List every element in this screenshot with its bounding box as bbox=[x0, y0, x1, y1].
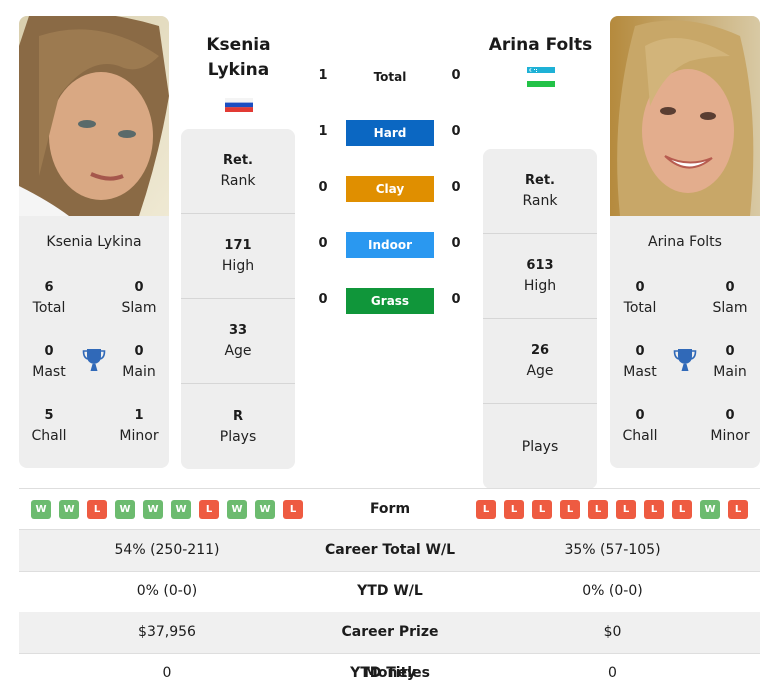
form-win-badge[interactable]: W bbox=[171, 500, 191, 519]
player1-titles-total: 6 Total bbox=[32, 280, 66, 316]
stat-label: Career Total W/L bbox=[325, 542, 455, 558]
form-loss-badge[interactable]: L bbox=[476, 500, 496, 519]
form-loss-badge[interactable]: L bbox=[672, 500, 692, 519]
divider bbox=[19, 488, 760, 489]
player1-name[interactable]: Ksenia Lykina bbox=[19, 234, 169, 250]
player1-card: Ksenia Lykina 6 Total 0 Slam 0 Mast 0 Ma… bbox=[19, 16, 169, 468]
form-win-badge[interactable]: W bbox=[143, 500, 163, 519]
h2h-p1-indoor: 0 bbox=[318, 236, 328, 251]
player2-plays: Plays bbox=[521, 438, 559, 455]
player1-titles-mast: 0 Mast bbox=[32, 344, 66, 380]
player2-titles-minor: 0 Minor bbox=[710, 408, 750, 444]
player2-titles-total: 0 Total bbox=[623, 280, 657, 316]
player1-titles-main: 0 Main bbox=[122, 344, 156, 380]
player1-title[interactable]: Ksenia Lykina bbox=[181, 33, 296, 83]
h2h-p1-grass: 0 bbox=[318, 292, 328, 307]
form-win-badge[interactable]: W bbox=[115, 500, 135, 519]
player1-age: 33 Age bbox=[181, 299, 295, 384]
form-win-badge[interactable]: W bbox=[700, 500, 720, 519]
player1-photo[interactable] bbox=[19, 16, 169, 216]
stat-label: YTD Titles bbox=[350, 665, 430, 681]
form-loss-badge[interactable]: L bbox=[199, 500, 219, 519]
form-loss-badge[interactable]: L bbox=[87, 500, 107, 519]
player1-high: 171 High bbox=[181, 214, 295, 299]
player1-titles-minor: 1 Minor bbox=[119, 408, 159, 444]
form-loss-badge[interactable]: L bbox=[644, 500, 664, 519]
form-label: Form bbox=[369, 501, 411, 517]
trophy-icon bbox=[673, 347, 697, 373]
form-win-badge[interactable]: W bbox=[59, 500, 79, 519]
player2-name[interactable]: Arina Folts bbox=[610, 234, 760, 250]
form-win-badge[interactable]: W bbox=[255, 500, 275, 519]
surface-grass-badge[interactable]: Grass bbox=[346, 288, 434, 314]
player2-info: Ret. Rank 613 High 26 Age Plays bbox=[483, 149, 597, 489]
stat-label: YTD W/L bbox=[357, 583, 423, 599]
h2h-row-total: 1 Total 0 bbox=[300, 64, 480, 90]
form-loss-badge[interactable]: L bbox=[504, 500, 524, 519]
form-loss-badge[interactable]: L bbox=[728, 500, 748, 519]
uzbekistan-flag-icon bbox=[527, 67, 555, 91]
stats-row-career-wl: 54% (250-211) Career Total W/L 35% (57-1… bbox=[19, 530, 760, 571]
h2h-p2-hard: 0 bbox=[451, 124, 461, 139]
h2h-row-clay: 0 Clay 0 bbox=[300, 176, 480, 202]
h2h-p2-indoor: 0 bbox=[451, 236, 461, 251]
form-loss-badge[interactable]: L bbox=[560, 500, 580, 519]
player2-titles-mast: 0 Mast bbox=[623, 344, 657, 380]
stats-row-ytd-titles: 0 YTD Titles 0 bbox=[19, 653, 760, 694]
player1-ytd-wl: 0% (0-0) bbox=[136, 583, 198, 599]
player1-titles-chall: 5 Chall bbox=[31, 408, 67, 444]
h2h-p1-hard: 1 bbox=[318, 124, 328, 139]
player2-card: Arina Folts 0 Total 0 Slam 0 Mast 0 Main… bbox=[610, 16, 760, 468]
player1-career-wl: 54% (250-211) bbox=[114, 542, 220, 558]
form-loss-badge[interactable]: L bbox=[616, 500, 636, 519]
h2h-row-hard: 1 Hard 0 bbox=[300, 120, 480, 146]
surface-indoor-badge[interactable]: Indoor bbox=[346, 232, 434, 258]
player2-rank: Ret. Rank bbox=[483, 149, 597, 234]
player2-career-wl: 35% (57-105) bbox=[564, 542, 661, 558]
player2-ytd-titles: 0 bbox=[608, 665, 617, 681]
player1-rank: Ret. Rank bbox=[181, 129, 295, 214]
stat-label: Career Prize Money bbox=[341, 624, 439, 681]
surface-hard-badge[interactable]: Hard bbox=[346, 120, 434, 146]
trophy-icon bbox=[82, 347, 106, 373]
player2-age: 26 Age bbox=[483, 319, 597, 404]
form-loss-badge[interactable]: L bbox=[283, 500, 303, 519]
stats-row-prize-money: $37,956 Career Prize Money $0 bbox=[19, 612, 760, 681]
h2h-p1-clay: 0 bbox=[318, 180, 328, 195]
player2-high: 613 High bbox=[483, 234, 597, 319]
player2-titles-chall: 0 Chall bbox=[622, 408, 658, 444]
form-loss-badge[interactable]: L bbox=[588, 500, 608, 519]
player1-info: Ret. Rank 171 High 33 Age R Plays bbox=[181, 129, 295, 469]
player1-plays: R Plays bbox=[219, 408, 257, 445]
h2h-p1-total: 1 bbox=[318, 68, 328, 83]
form-win-badge[interactable]: W bbox=[31, 500, 51, 519]
player2-photo[interactable] bbox=[610, 16, 760, 216]
player1-titles-slam: 0 Slam bbox=[121, 280, 157, 316]
player2-titles-main: 0 Main bbox=[713, 344, 747, 380]
h2h-label-total: Total bbox=[373, 70, 407, 84]
h2h-row-grass: 0 Grass 0 bbox=[300, 288, 480, 314]
player2-prize-money: $0 bbox=[603, 624, 622, 640]
h2h-p2-grass: 0 bbox=[451, 292, 461, 307]
h2h-p2-total: 0 bbox=[451, 68, 461, 83]
form-win-badge[interactable]: W bbox=[227, 500, 247, 519]
player2-ytd-wl: 0% (0-0) bbox=[582, 583, 643, 599]
h2h-p2-clay: 0 bbox=[451, 180, 461, 195]
player2-titles-slam: 0 Slam bbox=[712, 280, 748, 316]
player1-prize-money: $37,956 bbox=[138, 624, 196, 640]
player1-ytd-titles: 0 bbox=[162, 665, 172, 681]
h2h-row-indoor: 0 Indoor 0 bbox=[300, 232, 480, 258]
form-loss-badge[interactable]: L bbox=[532, 500, 552, 519]
stats-row-ytd-wl: 0% (0-0) YTD W/L 0% (0-0) bbox=[19, 571, 760, 612]
player2-title[interactable]: Arina Folts bbox=[483, 33, 598, 58]
surface-clay-badge[interactable]: Clay bbox=[346, 176, 434, 202]
russia-flag-icon bbox=[225, 97, 253, 116]
